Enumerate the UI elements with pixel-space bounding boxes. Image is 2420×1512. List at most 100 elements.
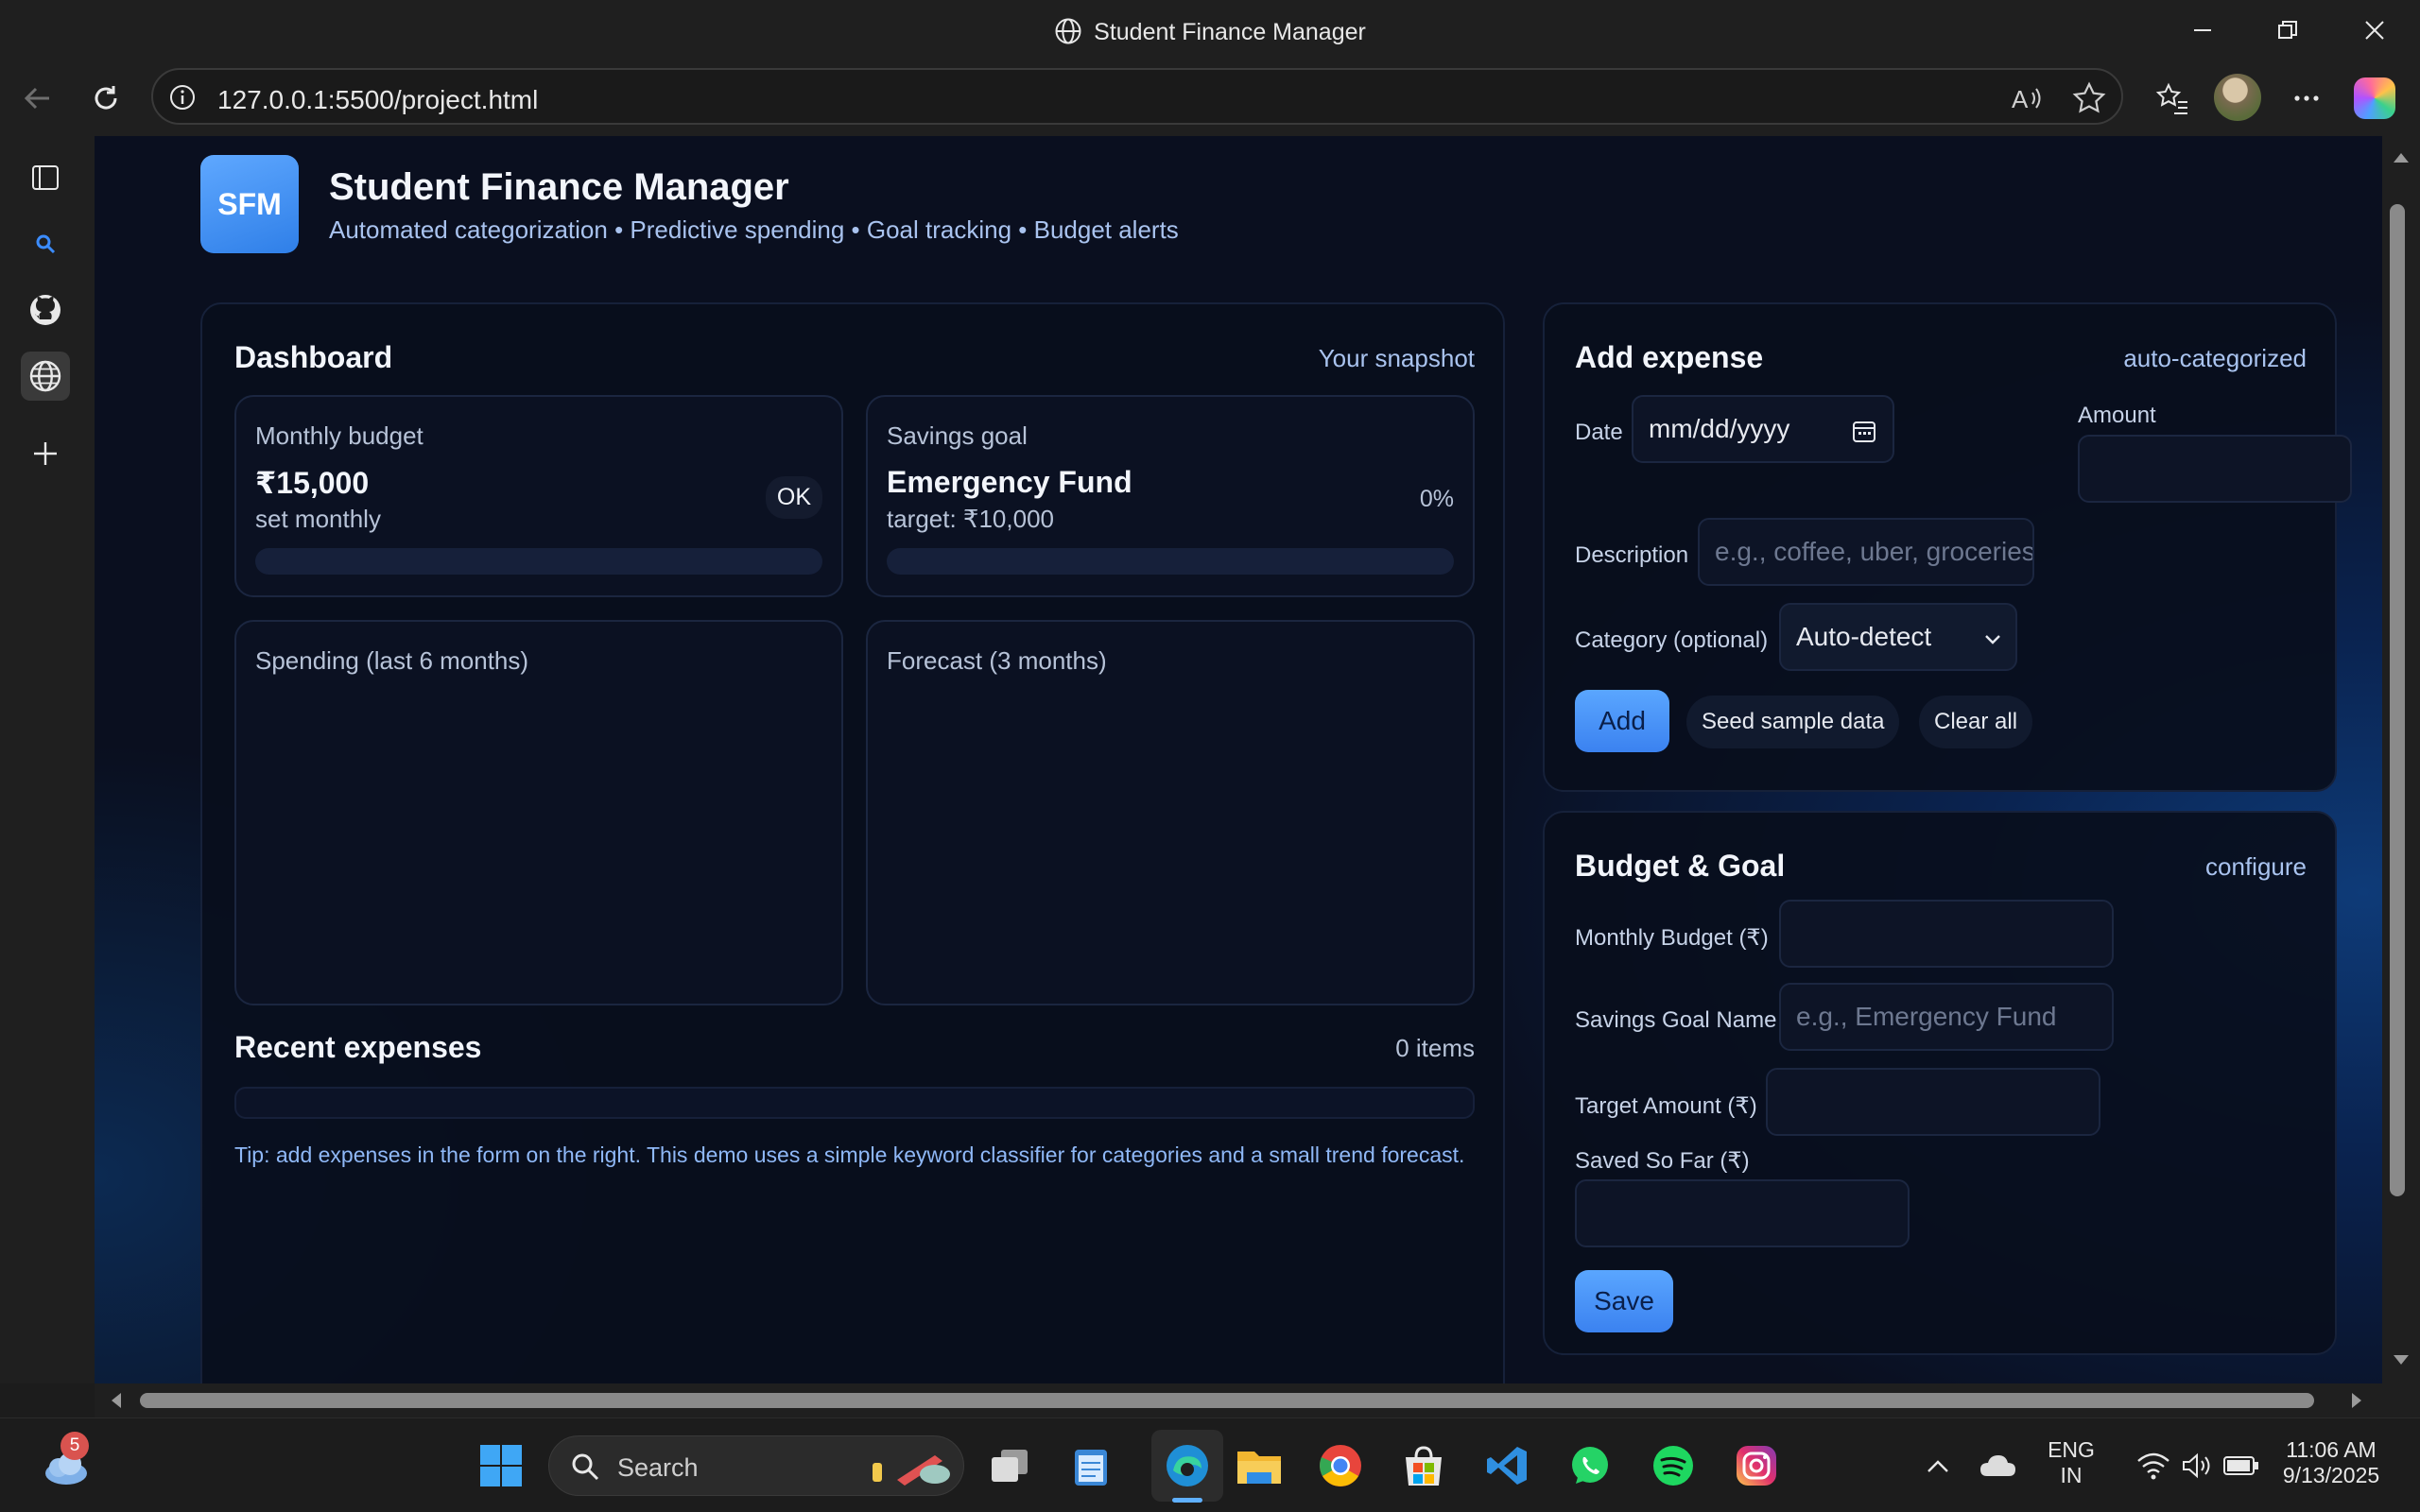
description-input[interactable]: e.g., coffee, uber, groceries xyxy=(1698,518,2034,586)
notepad-icon xyxy=(1075,1450,1107,1486)
task-view-button[interactable] xyxy=(985,1441,1034,1490)
weather-widget[interactable]: 5 xyxy=(34,1432,95,1496)
start-button[interactable] xyxy=(476,1441,526,1490)
scroll-down-icon[interactable] xyxy=(2392,1353,2411,1368)
chevron-down-icon xyxy=(1985,635,2000,644)
expense-list xyxy=(234,1087,1475,1119)
quick-settings-button[interactable] xyxy=(2118,1441,2278,1490)
add-expense-title: Add expense xyxy=(1575,340,1764,374)
taskbar-vscode[interactable] xyxy=(1482,1441,1531,1490)
clock[interactable]: 11:06 AM 9/13/2025 xyxy=(2265,1437,2397,1488)
taskbar-search-placeholder: Search xyxy=(617,1453,699,1482)
copilot-icon[interactable] xyxy=(2354,77,2395,119)
amount-input[interactable] xyxy=(2078,435,2352,503)
instagram-icon xyxy=(1737,1446,1776,1486)
recent-count: 0 items xyxy=(1395,1034,1475,1062)
budget-progress-bar xyxy=(255,548,822,575)
edge-browser-icon xyxy=(1167,1445,1208,1486)
saved-so-far-input[interactable] xyxy=(1575,1179,1910,1247)
sidebar-item-github[interactable] xyxy=(21,285,70,335)
restore-button[interactable] xyxy=(2269,11,2307,49)
search-icon xyxy=(572,1453,599,1481)
clock-date: 9/13/2025 xyxy=(2282,1463,2380,1487)
scroll-up-icon[interactable] xyxy=(2392,149,2411,164)
favorite-star-icon[interactable] xyxy=(2072,81,2106,115)
favorites-button[interactable] xyxy=(2152,77,2193,119)
date-placeholder: mm/dd/yyyy xyxy=(1649,414,1790,443)
window-title-text: Student Finance Manager xyxy=(1094,19,1366,45)
back-button[interactable] xyxy=(17,77,59,119)
close-button[interactable] xyxy=(2356,11,2394,49)
refresh-button[interactable] xyxy=(85,77,127,119)
vertical-scroll-thumb[interactable] xyxy=(2390,204,2405,1196)
goal-label: Savings goal xyxy=(887,421,1028,450)
budget-card: Monthly budget ₹15,000 set monthly OK xyxy=(234,395,843,597)
show-hidden-icons-button[interactable] xyxy=(1913,1441,1962,1490)
task-view-icon xyxy=(992,1450,1028,1482)
taskbar-search[interactable]: Search xyxy=(548,1435,964,1496)
sidebar-item-tabs[interactable] xyxy=(21,153,70,202)
category-label: Category (optional) xyxy=(1575,627,1769,653)
minimize-button[interactable] xyxy=(2184,11,2221,49)
scroll-left-icon[interactable] xyxy=(108,1391,123,1410)
onedrive-cloud-icon xyxy=(1980,1455,2015,1476)
vertical-scrollbar[interactable] xyxy=(2382,136,2420,1383)
site-info-icon[interactable] xyxy=(168,83,197,112)
taskbar-edge[interactable] xyxy=(1151,1430,1223,1503)
spending-chart-card: Spending (last 6 months) xyxy=(234,620,843,1005)
address-bar[interactable]: 127.0.0.1:5500/project.html A xyxy=(151,68,2123,125)
language-indicator[interactable]: ENG IN xyxy=(2040,1437,2102,1488)
budget-label: Monthly budget xyxy=(255,421,424,450)
monthly-budget-input[interactable] xyxy=(1779,900,2114,968)
clear-all-button[interactable]: Clear all xyxy=(1919,696,2033,748)
profile-avatar[interactable] xyxy=(2214,74,2261,121)
more-dots-icon xyxy=(2294,95,2319,101)
scroll-right-icon[interactable] xyxy=(2350,1391,2365,1410)
horizontal-scroll-thumb[interactable] xyxy=(140,1393,2314,1408)
spending-title: Spending (last 6 months) xyxy=(255,646,529,675)
sidebar-item-search[interactable] xyxy=(21,219,70,268)
amount-label: Amount xyxy=(2078,403,2156,428)
clock-time: 11:06 AM xyxy=(2286,1437,2377,1462)
onedrive-button[interactable] xyxy=(1974,1441,2023,1490)
volume-icon xyxy=(2183,1452,2210,1479)
add-expense-panel: Add expense auto-categorized Date mm/dd/… xyxy=(1543,302,2352,792)
store-icon xyxy=(1406,1446,1442,1486)
taskbar-chrome[interactable] xyxy=(1316,1441,1365,1490)
add-button[interactable]: Add xyxy=(1575,690,1669,752)
save-button[interactable]: Save xyxy=(1575,1270,1673,1332)
horizontal-scrollbar[interactable] xyxy=(95,1383,2420,1418)
language-code: ENG xyxy=(2048,1437,2095,1462)
goal-name-input[interactable]: e.g., Emergency Fund xyxy=(1779,983,2114,1051)
category-select[interactable]: Auto-detect xyxy=(1779,603,2017,671)
taskbar-instagram[interactable] xyxy=(1732,1441,1781,1490)
budget-value: ₹15,000 xyxy=(255,466,370,500)
recent-expenses-title: Recent expenses xyxy=(234,1030,482,1064)
app-logo: SFM xyxy=(200,155,299,253)
dashboard-hint: Your snapshot xyxy=(1318,344,1475,372)
taskbar: 5 Search ENG IN 11:06 AM 9/13/2025 xyxy=(0,1418,2420,1512)
target-amount-input[interactable] xyxy=(1766,1068,2100,1136)
sidebar-item-web[interactable] xyxy=(21,352,70,401)
vscode-icon xyxy=(1487,1447,1527,1485)
date-input[interactable]: mm/dd/yyyy xyxy=(1632,395,1894,463)
budget-goal-panel: Budget & Goal configure Monthly Budget (… xyxy=(1543,811,2337,1355)
app-title: Student Finance Manager xyxy=(329,166,789,208)
seed-sample-data-button[interactable]: Seed sample data xyxy=(1686,696,1900,748)
taskbar-file-explorer[interactable] xyxy=(1235,1441,1284,1490)
taskbar-notepad[interactable] xyxy=(1066,1441,1115,1490)
goal-name-placeholder: e.g., Emergency Fund xyxy=(1796,1002,2057,1031)
globe-icon xyxy=(1055,18,1081,44)
taskbar-ms-store[interactable] xyxy=(1399,1441,1448,1490)
settings-more-button[interactable] xyxy=(2286,77,2327,119)
calendar-icon[interactable] xyxy=(1851,418,1877,444)
goal-card: Savings goal Emergency Fund target: ₹10,… xyxy=(866,395,1475,597)
taskbar-whatsapp[interactable] xyxy=(1565,1441,1615,1490)
budget-goal-hint: configure xyxy=(2205,852,2307,881)
url-text[interactable]: 127.0.0.1:5500/project.html xyxy=(217,85,538,115)
taskbar-spotify[interactable] xyxy=(1649,1441,1698,1490)
search-highlight-icon xyxy=(873,1455,950,1486)
goal-name-label: Savings Goal Name xyxy=(1575,1007,1777,1033)
read-aloud-icon[interactable]: A xyxy=(2010,81,2044,115)
sidebar-add-button[interactable] xyxy=(21,429,70,478)
